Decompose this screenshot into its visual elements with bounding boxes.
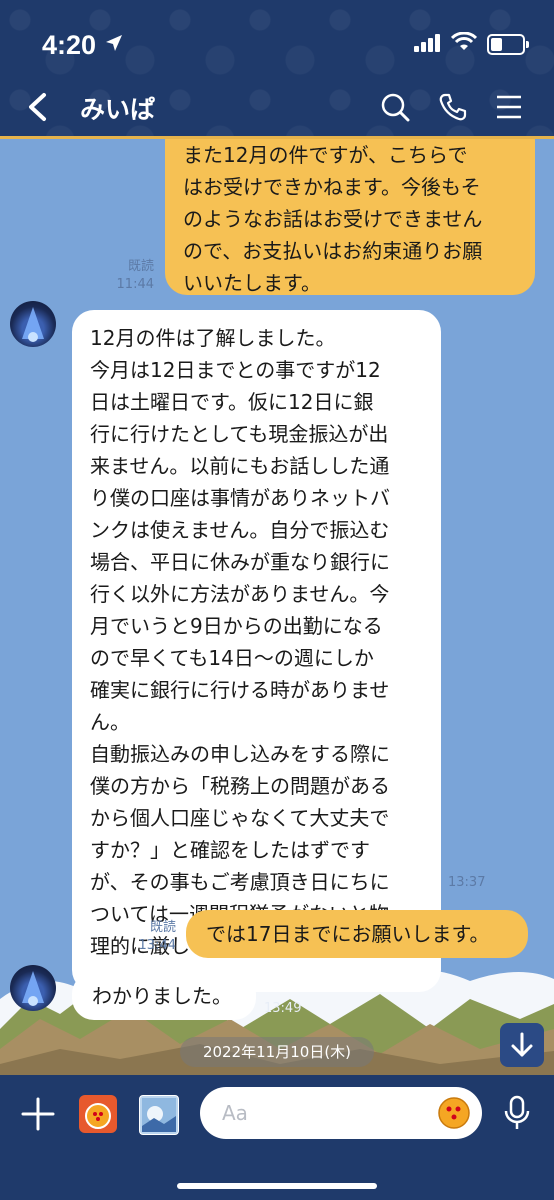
- message-text-line: ん。: [90, 710, 130, 734]
- status-time: 4:20: [42, 30, 97, 60]
- phone-icon[interactable]: [438, 92, 468, 122]
- read-receipt: 既読: [149, 920, 176, 935]
- outgoing-message-bubble[interactable]: では17日までにお願いします。: [186, 910, 528, 958]
- message-text-line: ので早くても14日〜の週にしか: [90, 646, 374, 670]
- message-text-line: 12月の件は了解しました。: [90, 326, 336, 350]
- sticker-icon[interactable]: [437, 1096, 471, 1130]
- message-text-line: 僕の方から「税務上の問題がある: [90, 774, 390, 798]
- message-text-line: から個人口座じゃなくて大丈夫で: [90, 806, 390, 830]
- scroll-to-bottom-button[interactable]: [500, 1023, 544, 1067]
- message-text-line: 来ません。以前にもお話しした通: [90, 454, 390, 478]
- message-text-line: いいたします。: [183, 271, 321, 295]
- wifi-icon: [451, 32, 477, 50]
- chat-area[interactable]: また12月の件ですが、こちらで はお受けできかねます。今後もそ のようなお話はお…: [0, 139, 554, 1075]
- contact-avatar[interactable]: [10, 301, 56, 347]
- message-text-line: ので、お支払いはお約束通りお願: [183, 239, 483, 263]
- message-time: 13:44: [138, 938, 176, 953]
- message-text-line: のようなお話はお受けできません: [183, 207, 483, 231]
- input-bar: [0, 1075, 554, 1200]
- message-text-line: 場合、平日に休みが重なり銀行に: [90, 550, 390, 574]
- menu-icon[interactable]: [496, 94, 522, 120]
- read-receipt: 既読: [127, 259, 154, 274]
- camera-app-icon[interactable]: [79, 1095, 117, 1133]
- photo-icon: [142, 1098, 176, 1132]
- home-indicator: [177, 1183, 377, 1189]
- chat-title: みいぱ: [80, 95, 156, 124]
- message-text: では17日までにお願いします。: [206, 922, 490, 946]
- message-meta: 既読 11:44: [100, 258, 154, 294]
- search-icon[interactable]: [380, 92, 410, 122]
- top-bar: 4:20 みいぱ: [0, 0, 554, 139]
- plus-icon[interactable]: [20, 1096, 56, 1132]
- message-text-line: り僕の口座は事情がありネットバ: [90, 486, 390, 510]
- date-label: 2022年11月10日(木): [180, 1037, 374, 1067]
- incoming-message-bubble[interactable]: わかりました。: [72, 972, 256, 1020]
- arrow-down-icon: [511, 1032, 533, 1057]
- avatar-image: [22, 971, 44, 1006]
- message-text-line: また12月の件ですが、こちらで: [183, 143, 468, 167]
- message-text-line: 行に行けたとしても現金振込が出: [90, 422, 389, 446]
- outgoing-message-bubble[interactable]: また12月の件ですが、こちらで はお受けできかねます。今後もそ のようなお話はお…: [165, 139, 535, 295]
- photo-app-icon[interactable]: [139, 1095, 179, 1135]
- message-text-line: 今月は12日までとの事ですが12: [90, 358, 381, 382]
- signal-icon: [414, 34, 440, 52]
- message-time: 13:37: [448, 875, 486, 890]
- location-arrow-icon: [106, 35, 122, 51]
- message-text-line: 自動振込みの申し込みをする際に: [90, 742, 390, 766]
- incoming-message-bubble[interactable]: 12月の件は了解しました。 今月は12日までとの事ですが12 日は土曜日です。仮…: [72, 310, 441, 992]
- message-text-line: 日は土曜日です。仮に12日に銀: [90, 390, 374, 414]
- message-time: 13:49: [264, 1001, 302, 1016]
- message-text-line: はお受けできかねます。今後もそ: [183, 175, 481, 199]
- message-text-line: ンクは使えません。自分で振込む: [90, 518, 390, 542]
- message-meta: 既読 13:44: [120, 919, 176, 955]
- message-text-line: が、その事もご考慮頂き日にちに: [90, 870, 390, 894]
- dragon-ball-camera-icon: [85, 1103, 111, 1129]
- message-text-line: 月でいうと9日からの出勤になる: [90, 614, 383, 638]
- avatar-image: [22, 307, 44, 342]
- battery-icon: [487, 34, 529, 55]
- microphone-icon[interactable]: [503, 1095, 531, 1131]
- message-text-line: すか？」と確認をしたはずです: [90, 838, 370, 862]
- message-text-line: 行く以外に方法がありません。今: [90, 582, 390, 606]
- contact-avatar[interactable]: [10, 965, 56, 1011]
- back-chevron-icon[interactable]: [26, 92, 48, 122]
- message-text: わかりました。: [92, 984, 232, 1008]
- message-text-line: 確実に銀行に行ける時がありませ: [90, 678, 390, 702]
- message-time: 11:44: [116, 277, 154, 292]
